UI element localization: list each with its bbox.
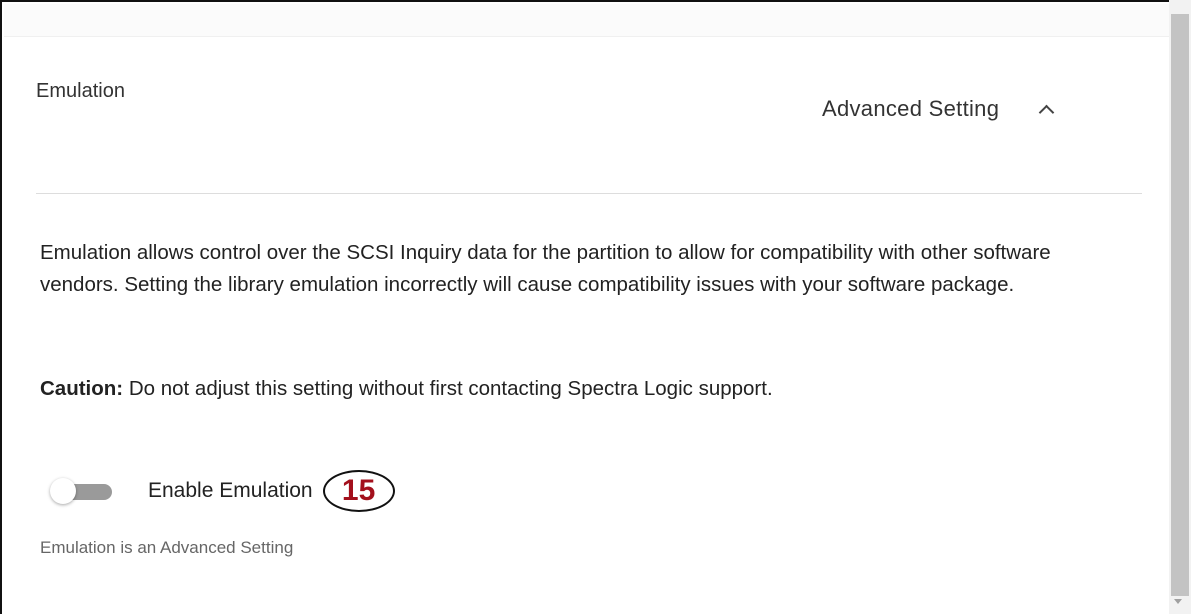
callout-number-badge: 15 xyxy=(322,470,395,512)
caution-message: Caution: Do not adjust this setting with… xyxy=(40,373,773,405)
advanced-setting-label: Advanced Setting xyxy=(822,96,1000,121)
section-title: Emulation xyxy=(36,80,125,102)
scroll-down-arrow-icon[interactable] xyxy=(1174,599,1182,604)
chevron-up-icon xyxy=(1038,104,1055,120)
switch-knob xyxy=(50,478,76,504)
scrollbar-thumb[interactable] xyxy=(1171,14,1189,596)
advanced-setting-toggle[interactable]: Advanced Setting xyxy=(822,92,1055,126)
emulation-panel: Emulation Advanced Setting Emulation all… xyxy=(0,0,1191,614)
divider xyxy=(36,193,1142,194)
enable-emulation-switch[interactable] xyxy=(50,478,112,504)
emulation-description: Emulation allows control over the SCSI I… xyxy=(40,241,1051,296)
panel-header-strip xyxy=(4,4,1171,37)
caution-label: Caution: xyxy=(40,377,124,400)
enable-emulation-label: Enable Emulation xyxy=(148,479,313,502)
enable-emulation-row: Enable Emulation 15 xyxy=(50,470,395,512)
helper-text: Emulation is an Advanced Setting xyxy=(40,538,294,557)
caution-text: Do not adjust this setting without first… xyxy=(123,377,773,400)
